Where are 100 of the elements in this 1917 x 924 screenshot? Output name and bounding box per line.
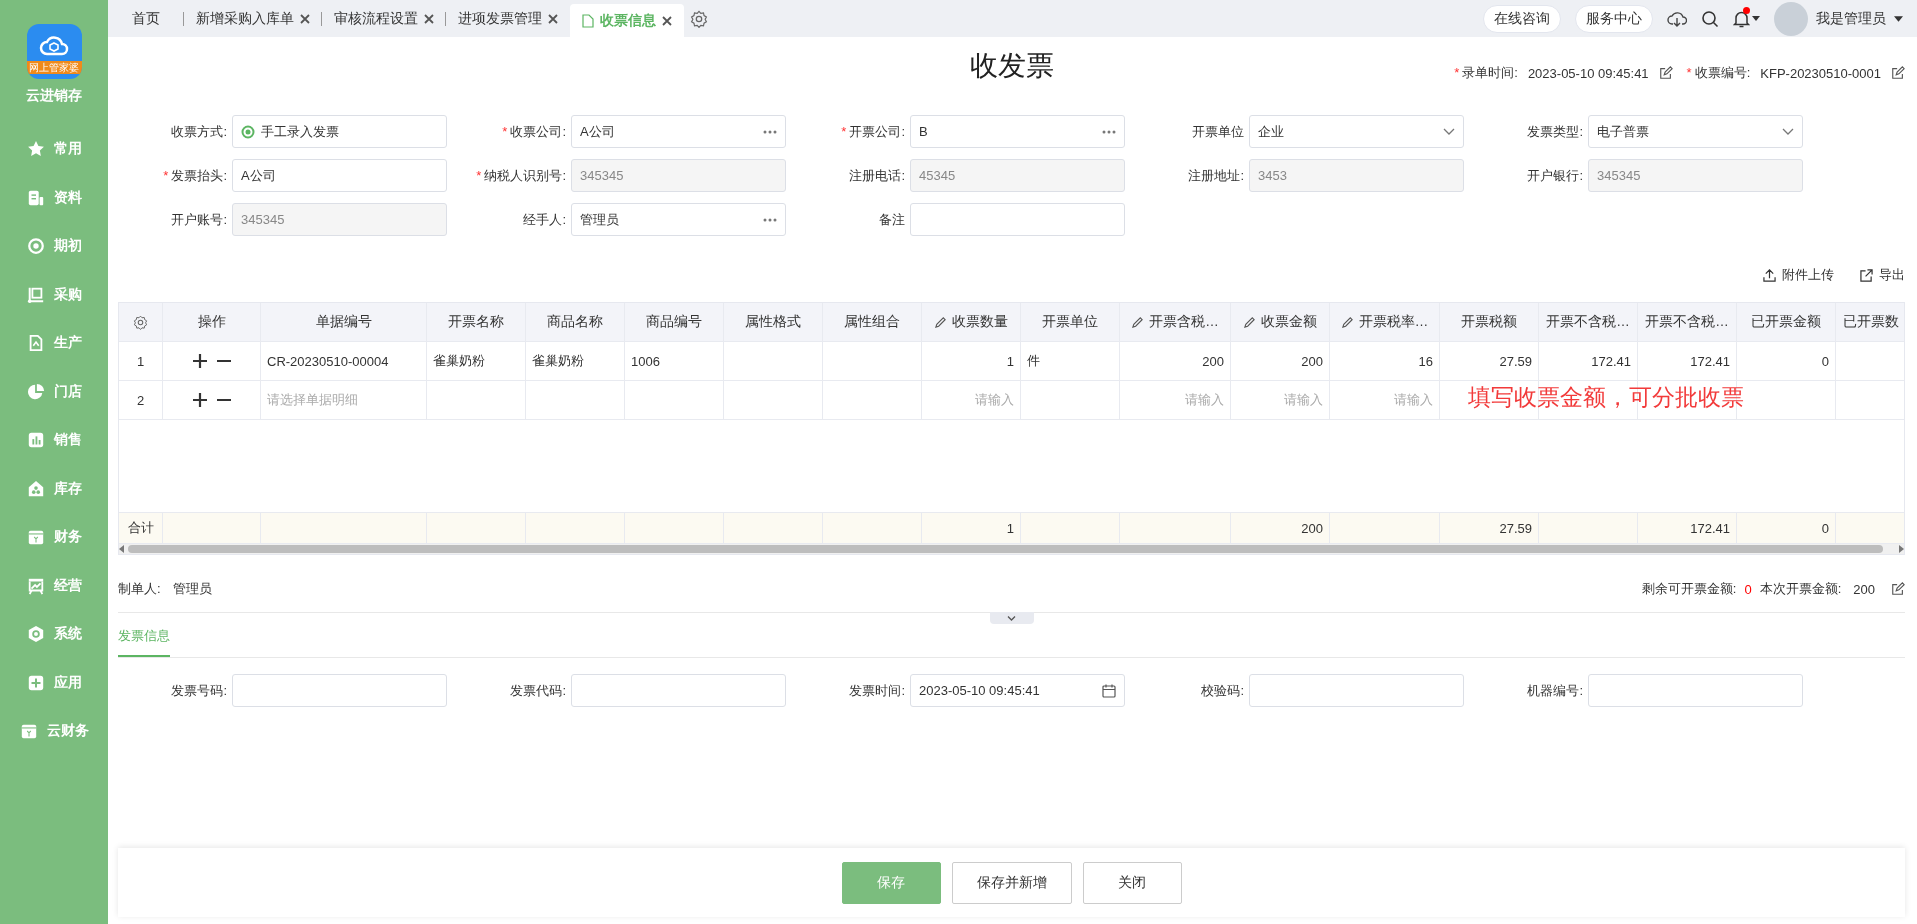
bell-icon[interactable] <box>1733 9 1750 28</box>
tab[interactable]: 审核流程设置 <box>322 0 446 37</box>
sidebar-item[interactable]: 资料 <box>0 173 108 222</box>
table-cell: 1006 <box>631 353 660 369</box>
cell-placeholder[interactable]: 请输入 <box>1185 391 1224 409</box>
plus-icon[interactable] <box>191 353 208 369</box>
sidebar-item[interactable]: 应用 <box>0 658 108 707</box>
cell-placeholder[interactable]: 请输入 <box>1284 391 1323 409</box>
sidebar-item[interactable]: 采购 <box>0 270 108 319</box>
field-label: * 收票公司: <box>501 122 566 141</box>
sidebar-item[interactable]: 常用 <box>0 125 108 174</box>
input-field[interactable]: 45345 <box>910 159 1125 192</box>
sidebar-item[interactable]: 门店 <box>0 367 108 416</box>
settings-icon[interactable] <box>690 9 708 28</box>
table-cell: 172.41 <box>1591 353 1631 369</box>
export-icon <box>1860 268 1873 282</box>
close-icon[interactable] <box>300 13 310 24</box>
settings-icon[interactable] <box>133 314 148 330</box>
table-cell: 1 <box>1006 353 1014 369</box>
field-label: 注册电话: <box>848 166 905 185</box>
tab[interactable]: 进项发票管理 <box>446 0 570 37</box>
field-label: 发票代码: <box>509 681 566 700</box>
column-header: 操作 <box>197 313 226 331</box>
creator-value: 管理员 <box>172 580 212 598</box>
remaining-label: 剩余可开票金额: <box>1641 580 1737 598</box>
pencil-icon <box>1340 315 1354 329</box>
picker-field[interactable]: A公司 <box>571 115 786 148</box>
sidebar-item[interactable]: 云财务 <box>0 707 108 756</box>
header-button[interactable]: 服务中心 <box>1575 4 1653 33</box>
pencil-icon <box>1131 315 1145 329</box>
total-cell: 172.41 <box>1690 520 1730 536</box>
caret-icon[interactable] <box>1894 15 1903 22</box>
input-field[interactable]: 345345 <box>232 203 447 236</box>
caret-icon[interactable] <box>1752 16 1760 21</box>
select-field[interactable]: 企业 <box>1249 115 1464 148</box>
radio-option[interactable]: 手工录入发票 <box>232 115 447 148</box>
sidebar-item[interactable]: 生产 <box>0 319 108 368</box>
input-field[interactable] <box>571 674 786 707</box>
row-number: 2 <box>136 392 145 408</box>
edit-icon[interactable] <box>1658 66 1673 80</box>
input-field[interactable]: 3453 <box>1249 159 1464 192</box>
input-field[interactable]: 345345 <box>571 159 786 192</box>
action-button[interactable]: 保存并新增 <box>951 861 1072 904</box>
column-header: 开票税额 <box>1461 313 1517 331</box>
sidebar-item[interactable]: 销售 <box>0 416 108 465</box>
column-header: 属性组合 <box>844 313 900 331</box>
calendar-icon <box>1102 683 1116 698</box>
sidebar-item[interactable]: 财务 <box>0 513 108 562</box>
table-cell: 200 <box>1301 353 1323 369</box>
cell-placeholder[interactable]: 请输入 <box>1394 391 1433 409</box>
app-name: 云进销存 <box>26 87 82 105</box>
sidebar-item[interactable]: 经营 <box>0 561 108 610</box>
input-field[interactable]: A公司 <box>232 159 447 192</box>
tab[interactable]: 新增采购入库单 <box>184 0 322 37</box>
action-button[interactable]: 保存 <box>841 861 941 904</box>
trend-chart-icon <box>26 576 45 595</box>
column-header: 开票单位 <box>1042 313 1098 331</box>
cloud-download-icon[interactable] <box>1667 9 1687 28</box>
column-header: 商品编号 <box>646 313 702 331</box>
collapse-handle[interactable] <box>989 612 1034 624</box>
close-icon[interactable] <box>424 13 434 24</box>
header-button[interactable]: 在线咨询 <box>1483 4 1561 33</box>
input-field[interactable]: 345345 <box>1588 159 1803 192</box>
user-name[interactable]: 我是管理员 <box>1816 9 1886 28</box>
input-field[interactable] <box>910 203 1125 236</box>
sidebar-item[interactable]: 系统 <box>0 610 108 659</box>
picker-field[interactable]: B <box>910 115 1125 148</box>
document-icon <box>26 188 45 207</box>
search-icon[interactable] <box>1701 9 1719 28</box>
input-field[interactable] <box>232 674 447 707</box>
field-label: 发票号码: <box>170 681 227 700</box>
close-icon[interactable] <box>548 13 558 24</box>
horizontal-scrollbar[interactable] <box>119 544 1904 554</box>
input-field[interactable] <box>1249 674 1464 707</box>
picker-field[interactable]: 管理员 <box>571 203 786 236</box>
action-button[interactable]: 关闭 <box>1082 861 1182 904</box>
edit-icon[interactable] <box>1891 66 1905 80</box>
tab[interactable]: 首页 <box>108 0 184 37</box>
sidebar-item[interactable]: 库存 <box>0 464 108 513</box>
date-field[interactable]: 2023-05-10 09:45:41 <box>910 674 1125 707</box>
toolbar-button[interactable]: 附件上传 <box>1763 266 1834 284</box>
tab[interactable]: 发票信息 <box>118 623 170 657</box>
plus-icon[interactable] <box>191 392 208 408</box>
input-field[interactable] <box>1588 674 1803 707</box>
creator-label: 制单人: <box>118 580 161 598</box>
current-label: 本次开票金额: <box>1759 580 1842 598</box>
more-icon <box>763 129 777 134</box>
field-label: 经手人: <box>522 210 566 229</box>
tab[interactable]: 收票信息 <box>570 4 684 37</box>
scroll-left-icon[interactable] <box>119 545 124 553</box>
edit-icon[interactable] <box>1891 582 1905 596</box>
table-cell: 0 <box>1821 353 1829 369</box>
field-label: * 发票抬头: <box>162 166 227 185</box>
scroll-right-icon[interactable] <box>1899 545 1904 553</box>
sidebar-item[interactable]: 期初 <box>0 222 108 271</box>
close-icon[interactable] <box>662 15 672 26</box>
cell-placeholder[interactable]: 请输入 <box>975 391 1014 409</box>
toolbar-button[interactable]: 导出 <box>1860 266 1905 284</box>
select-field[interactable]: 电子普票 <box>1588 115 1803 148</box>
cell-placeholder[interactable]: 请选择单据明细 <box>267 391 358 409</box>
